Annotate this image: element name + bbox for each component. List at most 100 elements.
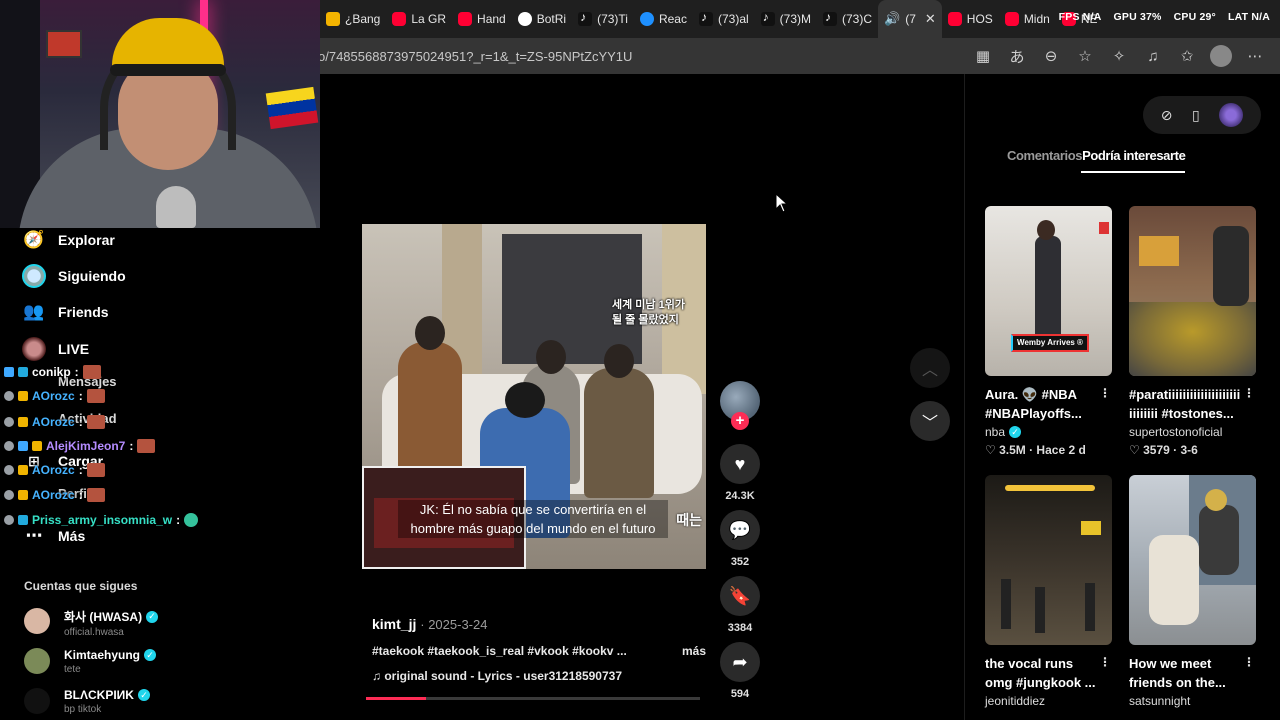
follow-plus-icon[interactable]: + (731, 412, 749, 430)
tab-label: (73)M (779, 12, 812, 26)
tiktok-favicon-icon (698, 10, 713, 26)
video-progress-bar[interactable] (366, 697, 700, 700)
save-action[interactable]: 🔖 3384 (720, 576, 760, 634)
card-author[interactable]: supertostonoficial (1129, 425, 1222, 439)
card-author-line: nba ✓ (985, 425, 1113, 439)
sidebar-item-friends[interactable]: 👥 Friends (22, 300, 108, 324)
user-avatar-icon[interactable] (1219, 103, 1244, 127)
card-more-icon[interactable]: ⋮ (1099, 386, 1111, 400)
app-grid-icon[interactable]: ▦ (972, 45, 994, 67)
card-author-line: jeonitiddiez (985, 694, 1113, 708)
video-thumbnail[interactable] (985, 475, 1112, 645)
close-tab-icon[interactable]: ✕ (925, 11, 936, 27)
shield-badge-icon (4, 465, 14, 475)
browser-tab-active[interactable]: 🔊 (7 ✕ (878, 0, 942, 38)
card-author[interactable]: satsunnight (1129, 694, 1190, 708)
browser-tab[interactable]: Hand (452, 0, 512, 38)
sidebar-item-siguiendo[interactable]: Siguiendo (22, 264, 126, 288)
favorites-list-icon[interactable]: ✩ (1176, 45, 1198, 67)
chat-message: AOrozc: (4, 389, 105, 403)
tab-comments[interactable]: Comentarios (1007, 148, 1082, 163)
previous-video-button[interactable]: ︿ (910, 348, 950, 388)
like-action[interactable]: ♥ 24.3K (720, 444, 760, 502)
share-action[interactable]: ➦ 594 (720, 642, 760, 700)
hud-cpu: CPU 29° (1173, 11, 1216, 23)
card-author-line: supertostonoficial (1129, 425, 1257, 439)
right-panel-toolbar: ⊘ ▯ (1143, 96, 1261, 134)
share-arrow-icon[interactable]: ➦ (720, 642, 760, 682)
video-korean-caption-2: 때는 (676, 512, 702, 528)
comment-action[interactable]: 💬 352 (720, 510, 760, 568)
browser-tab[interactable]: La GR (386, 0, 452, 38)
video-player[interactable]: 세계 미남 1위가 될 줄 몰랐었지 때는 JK: Él no sabía qu… (362, 224, 706, 569)
card-more-icon[interactable]: ⋮ (1243, 386, 1255, 400)
browser-tab[interactable]: (73)Ti (572, 0, 634, 38)
media-control-icon[interactable]: ♫ (1142, 45, 1164, 67)
recommended-video-card[interactable]: Wemby Arrives ® ⋮ Aura. 👽 #NBA #NBAPlayo… (985, 206, 1113, 457)
card-more-icon[interactable]: ⋮ (1243, 655, 1255, 669)
video-thumbnail[interactable]: Wemby Arrives ® (985, 206, 1112, 376)
sidebar-item-mas[interactable]: ⋯ Más (22, 524, 86, 548)
url-field[interactable]: o/7485568873975024951?_r=1&_t=ZS-95NPtZc… (318, 49, 632, 64)
crown-badge-icon (18, 465, 28, 475)
bookmark-icon[interactable]: 🔖 (720, 576, 760, 616)
extensions-icon[interactable]: ✧ (1108, 45, 1130, 67)
share-count: 594 (730, 688, 750, 700)
gauge-icon[interactable]: ⊘ (1161, 107, 1173, 124)
shield-badge-icon (4, 441, 14, 451)
card-more-icon[interactable]: ⋮ (1099, 655, 1111, 669)
zoom-icon[interactable]: ⊖ (1040, 45, 1062, 67)
sidebar-item-live[interactable]: LIVE (22, 337, 89, 361)
heart-icon[interactable]: ♥ (720, 444, 760, 484)
description-more-button[interactable]: más (682, 644, 706, 658)
browser-tab[interactable]: ¿Bang (320, 0, 386, 38)
live-icon (22, 337, 46, 361)
comment-icon[interactable]: 💬 (720, 510, 760, 550)
recommended-video-card[interactable]: ⋮ #paratiiiiiiiiiiiiiiiiiiii iiiiiiii #t… (1129, 206, 1257, 457)
video-author[interactable]: kimt_jj (372, 616, 416, 632)
recommended-video-card[interactable]: ⋮ How we meet friends on the... satsunni… (1129, 475, 1257, 708)
bot-favicon-icon (517, 12, 532, 26)
hud-fps: FPS N/A (1058, 11, 1102, 23)
shield-badge-icon (4, 490, 14, 500)
recommended-video-card[interactable]: ⋮ the vocal runs omg #jungkook ... jeoni… (985, 475, 1113, 708)
sidebar-item-label: Más (58, 528, 86, 544)
browser-tab[interactable]: HOS (942, 0, 999, 38)
sidebar-item-label: LIVE (58, 341, 90, 357)
verified-icon: ✓ (137, 689, 150, 701)
translate-icon[interactable]: あ (1006, 45, 1028, 67)
browser-tab[interactable]: Midn (999, 0, 1056, 38)
device-icon[interactable]: ▯ (1192, 107, 1200, 124)
card-author[interactable]: jeonitiddiez (985, 694, 1045, 708)
crown-badge-icon (18, 417, 28, 427)
browser-tab[interactable]: (73)al (693, 0, 755, 38)
video-thumbnail[interactable] (1129, 475, 1256, 645)
video-thumbnail[interactable] (1129, 206, 1256, 376)
favorite-star-icon[interactable]: ☆ (1074, 45, 1096, 67)
followed-account[interactable]: Kimtaehyung ✓ tete (24, 648, 157, 675)
next-video-button[interactable]: ﹀ (910, 401, 950, 441)
webcam-cap-brim (110, 64, 226, 76)
browser-tab[interactable]: (73)M (755, 0, 817, 38)
sidebar-item-explorar[interactable]: 🧭 Explorar (22, 228, 114, 252)
emote-icon (184, 513, 199, 527)
tiktok-favicon-icon (823, 10, 838, 26)
video-date: · 2025-3-24 (420, 617, 488, 632)
browser-tab[interactable]: (73)C (817, 0, 878, 38)
profile-avatar-icon[interactable] (1210, 45, 1232, 67)
account-name: BLΛCKPIИK (64, 688, 134, 702)
more-menu-icon[interactable]: ⋯ (1244, 45, 1266, 67)
speaker-icon[interactable]: 🔊 (884, 11, 900, 27)
browser-tab[interactable]: BotRi (512, 0, 572, 38)
avatar (24, 648, 50, 674)
video-person (398, 316, 462, 482)
tab-label: Hand (477, 12, 506, 26)
video-sound[interactable]: ♫ original sound - Lyrics - user31218590… (372, 669, 712, 683)
card-author[interactable]: nba (985, 425, 1005, 439)
browser-tab[interactable]: Reac (634, 0, 693, 38)
account-name: Kimtaehyung (64, 648, 141, 662)
webcam-flag (265, 86, 319, 130)
followed-account[interactable]: 화사 (HWASA) ✓ official.hwasa (24, 608, 159, 638)
followed-account[interactable]: BLΛCKPIИK ✓ bp tiktok (24, 688, 150, 715)
tab-recommendations[interactable]: Podría interesarte (1082, 148, 1186, 163)
